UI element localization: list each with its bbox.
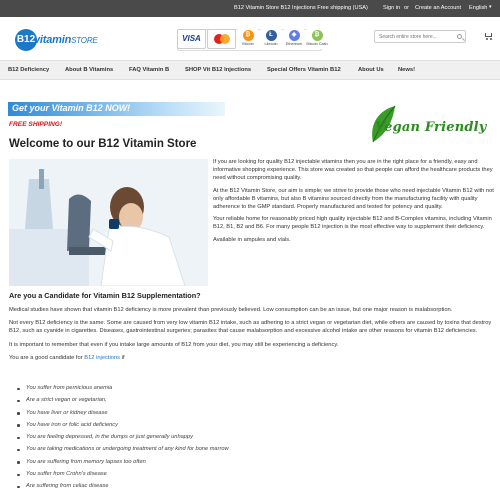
logo-wordmark: vitaminSTORE	[34, 34, 98, 46]
list-item: You are suffering from memory lapses too…	[17, 459, 317, 471]
list-item: You are feeling depressed, in the dumps …	[17, 434, 317, 446]
get-b12-banner[interactable]: Get your Vitamin B12 NOW!	[8, 102, 225, 116]
body-paragraph: Medical studies have shown that vitamin …	[9, 307, 453, 313]
banner-text: Get your Vitamin B12 NOW!	[12, 103, 131, 113]
create-account-link[interactable]: Create an Account	[415, 5, 461, 11]
free-shipping-text: FREE SHIPPING!	[9, 121, 63, 128]
vegan-friendly-badge: Vegan Friendly	[365, 102, 493, 152]
main-nav: B12 Deficiency About B Vitamins FAQ Vita…	[0, 60, 500, 80]
nav-faq-vitamin-b[interactable]: FAQ Vitamin B	[129, 67, 169, 73]
language-select[interactable]: English	[469, 5, 487, 11]
cart-icon[interactable]	[484, 31, 494, 41]
promo-text: B12 Vitamin Store B12 Injections Free sh…	[234, 5, 368, 11]
search-box	[374, 30, 466, 43]
mastercard-icon	[207, 29, 236, 49]
candidate-lead: You are a good candidate for B12 injecti…	[9, 354, 495, 362]
nav-shop-b12-injections[interactable]: SHOP Vit B12 Injections	[185, 67, 251, 73]
candidate-text: Medical studies have shown that vitamin …	[9, 306, 495, 367]
search-icon[interactable]	[457, 34, 462, 39]
scientist-microscope-photo	[9, 159, 208, 286]
nav-about-b-vitamins[interactable]: About B Vitamins	[65, 67, 113, 73]
list-item: You have liver or kidney disease	[17, 410, 317, 422]
intro-paragraph: Available in ampules and vials.	[213, 236, 291, 243]
intro-text: If you are looking for quality B12 injec…	[213, 158, 495, 248]
search-input[interactable]	[375, 31, 455, 42]
body-paragraph: It is important to remember that even if…	[9, 341, 339, 348]
list-item: You have iron or folic acid deficiency	[17, 422, 317, 434]
list-item: You suffer from Crohn's disease	[17, 471, 317, 483]
nav-news[interactable]: News!	[398, 67, 415, 73]
candidate-heading: Are you a Candidate for Vitamin B12 Supp…	[9, 291, 201, 300]
bitcoin-icon: ₿ Bitcoin	[237, 29, 259, 49]
payment-methods: VISA ₿ Bitcoin Ł Litecoin ◆ Ethereum ₿ Bitco…	[177, 29, 328, 51]
sign-in-link[interactable]: Sign in	[383, 5, 400, 11]
logo-brand-suffix: STORE	[71, 36, 98, 45]
intro-paragraph: At the B12 Vitamin Store, our aim is sim…	[213, 187, 494, 211]
list-item: Are a strict vegan or vegetarian,	[17, 397, 317, 409]
page-title: Welcome to our B12 Vitamin Store	[9, 138, 197, 150]
candidate-lead-before: You are a good candidate for	[9, 354, 85, 361]
litecoin-icon: Ł Litecoin	[260, 29, 282, 49]
nav-special-offers[interactable]: Special Offers Vitamin B12	[267, 67, 341, 73]
intro-paragraph: If you are looking for quality B12 injec…	[213, 159, 493, 182]
nav-b12-deficiency[interactable]: B12 Deficiency	[8, 67, 49, 73]
ethereum-icon: ◆ Ethereum	[283, 29, 305, 49]
b12-injections-link[interactable]: B12 injections	[84, 355, 120, 361]
candidate-lead-after: if	[120, 354, 125, 361]
visa-icon: VISA	[177, 29, 206, 49]
nav-about-us[interactable]: About Us	[358, 67, 384, 73]
candidate-list: You suffer from pernicious anemia Are a …	[17, 385, 317, 496]
vegan-friendly-text: Vegan Friendly	[375, 120, 487, 135]
header: B12 vitaminSTORE VISA ₿ Bitcoin Ł Litecoin…	[0, 17, 500, 61]
list-item: Are suffering from celiac disease	[17, 483, 317, 495]
top-bar: B12 Vitamin Store B12 Injections Free sh…	[0, 0, 500, 17]
or-text: or	[404, 5, 409, 11]
logo[interactable]: B12 vitaminSTORE	[15, 26, 119, 52]
chevron-down-icon[interactable]: ▾	[489, 4, 492, 10]
logo-brand: vitamin	[34, 34, 72, 46]
body-paragraph: Not every B12 deficiency is the same. So…	[9, 320, 492, 335]
bitcoin-cash-icon: ₿ Bitcoin Cash	[306, 29, 328, 49]
list-item: You suffer from pernicious anemia	[17, 385, 317, 397]
intro-paragraph: Your reliable home for reasonably priced…	[213, 216, 492, 231]
list-item: You are taking medications or undergoing…	[17, 446, 317, 458]
